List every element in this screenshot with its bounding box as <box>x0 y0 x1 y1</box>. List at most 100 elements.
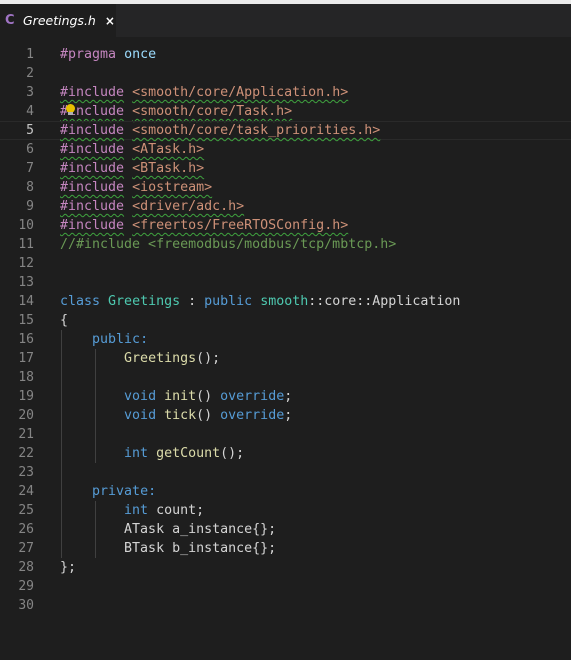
code-text[interactable]: #include <ATask.h> <box>60 140 204 159</box>
code-text[interactable]: #pragma once <box>60 45 156 64</box>
code-line[interactable]: 7 #include <BTask.h> <box>0 159 571 178</box>
code-token: <iostream> <box>132 180 213 195</box>
code-line[interactable]: 15 { <box>0 311 571 330</box>
code-token: <driver/adc.h> <box>132 199 245 214</box>
line-number: 14 <box>18 294 34 309</box>
code-line[interactable]: 9 #include <driver/adc.h> <box>0 197 571 216</box>
code-text[interactable]: int getCount(); <box>60 444 244 463</box>
line-number: 2 <box>26 66 34 81</box>
code-token: () <box>196 389 221 404</box>
code-line[interactable]: 19 void init() override; <box>0 387 571 406</box>
code-text[interactable]: }; <box>60 558 76 577</box>
code-token: ; <box>284 389 293 404</box>
line-number: 5 <box>26 123 34 138</box>
code-token: public: <box>92 332 149 347</box>
c-language-icon: C <box>5 13 15 28</box>
code-line[interactable]: 1 #pragma once <box>0 45 571 64</box>
line-number: 10 <box>18 218 34 233</box>
code-text[interactable]: #include <freertos/FreeRTOSConfig.h> <box>60 216 348 235</box>
code-text[interactable]: class Greetings : public smooth::core::A… <box>60 292 460 311</box>
code-token: () <box>196 408 221 423</box>
code-line[interactable]: 16 public: <box>0 330 571 349</box>
line-number: 1 <box>26 47 34 62</box>
code-token: int <box>124 503 149 518</box>
lightbulb-icon[interactable] <box>66 104 75 115</box>
line-number: 30 <box>18 598 34 613</box>
code-line[interactable]: 28}; <box>0 558 571 577</box>
code-token: #include <box>60 180 125 195</box>
code-token: #include <box>60 85 125 100</box>
code-token: count; <box>148 503 205 518</box>
code-text[interactable]: #include <iostream> <box>60 178 212 197</box>
code-line[interactable]: 27 BTask b_instance{}; <box>0 539 571 558</box>
code-text[interactable]: BTask b_instance{}; <box>60 539 276 558</box>
code-line[interactable]: 12 <box>0 254 571 273</box>
code-text[interactable]: //#include <freemodbus/modbus/tcp/mbtcp.… <box>60 235 396 254</box>
code-token: : <box>180 294 205 309</box>
code-line[interactable]: 4 #include <smooth/core/Task.h> <box>0 102 571 121</box>
line-number: 28 <box>18 560 34 575</box>
code-line[interactable]: 20 void tick() override; <box>0 406 571 425</box>
line-number: 16 <box>18 332 34 347</box>
code-line[interactable]: 21 <box>0 425 571 444</box>
line-number: 23 <box>18 465 34 480</box>
code-text[interactable]: #include <smooth/core/Task.h> <box>60 102 292 121</box>
line-number: 18 <box>18 370 34 385</box>
code-text[interactable]: private: <box>60 482 156 501</box>
code-line[interactable]: 14 class Greetings : public smooth::core:… <box>0 292 571 311</box>
code-line[interactable]: 30 <box>0 596 571 615</box>
code-line[interactable]: 25 int count; <box>0 501 571 520</box>
line-number: 24 <box>18 484 34 499</box>
code-line[interactable]: 24 private: <box>0 482 571 501</box>
code-text[interactable]: ATask a_instance{}; <box>60 520 276 539</box>
code-line[interactable]: 29 <box>0 577 571 596</box>
code-line[interactable]: 22 int getCount(); <box>0 444 571 463</box>
line-number: 27 <box>18 541 34 556</box>
code-line[interactable]: 23 <box>0 463 571 482</box>
code-line[interactable]: 26 ATask a_instance{}; <box>0 520 571 539</box>
line-number: 6 <box>26 142 34 157</box>
tab-greetings-h[interactable]: C Greetings.h × <box>0 4 116 37</box>
code-line[interactable]: 13 <box>0 273 571 292</box>
code-text[interactable]: Greetings(); <box>60 349 220 368</box>
line-number: 22 <box>18 446 34 461</box>
code-token: <smooth/core/task_priorities.h> <box>132 123 381 138</box>
code-token: #include <box>60 123 125 138</box>
code-line[interactable]: 2 <box>0 64 571 83</box>
code-line[interactable]: 8 #include <iostream> <box>0 178 571 197</box>
code-text[interactable]: #include <smooth/core/Application.h> <box>60 83 348 102</box>
tab-title[interactable]: Greetings.h <box>23 13 96 28</box>
code-token: ::core::Application <box>308 294 461 309</box>
code-text[interactable]: #include <smooth/core/task_priorities.h> <box>60 121 380 140</box>
code-token: { <box>60 313 69 328</box>
code-line[interactable]: 3 #include <smooth/core/Application.h> <box>0 83 571 102</box>
code-line[interactable]: 18 <box>0 368 571 387</box>
code-token: getCount <box>156 446 221 461</box>
code-line[interactable]: 6 #include <ATask.h> <box>0 140 571 159</box>
line-number: 19 <box>18 389 34 404</box>
code-text[interactable]: int count; <box>60 501 204 520</box>
code-text[interactable]: public: <box>60 330 148 349</box>
code-token: #include <box>60 218 125 233</box>
code-text[interactable]: #include <driver/adc.h> <box>60 197 244 216</box>
code-line[interactable]: 10 #include <freertos/FreeRTOSConfig.h> <box>0 216 571 235</box>
code-line[interactable]: 17 Greetings(); <box>0 349 571 368</box>
line-number: 9 <box>26 199 34 214</box>
code-text[interactable]: #include <BTask.h> <box>60 159 204 178</box>
close-icon[interactable]: × <box>105 14 115 28</box>
code-token: #pragma <box>60 47 117 62</box>
code-text[interactable]: { <box>60 311 68 330</box>
line-number: 3 <box>26 85 34 100</box>
code-line[interactable]: 5 #include <smooth/core/task_priorities.h… <box>0 121 571 140</box>
code-token: tick <box>164 408 197 423</box>
code-line[interactable]: 11 //#include <freemodbus/modbus/tcp/mbtc… <box>0 235 571 254</box>
